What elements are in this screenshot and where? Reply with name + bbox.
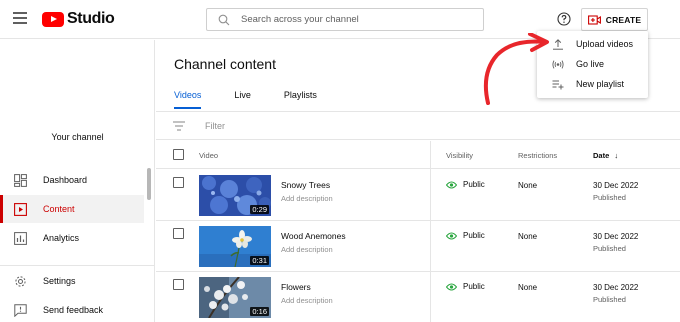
publish-status: Published — [593, 295, 626, 304]
sidebar-item-label: Settings — [43, 276, 76, 286]
search-bar[interactable] — [206, 8, 484, 31]
help-icon[interactable] — [557, 12, 571, 26]
create-button[interactable]: CREATE — [581, 8, 648, 31]
video-title[interactable]: Flowers — [281, 282, 311, 292]
video-description[interactable]: Add description — [281, 296, 333, 305]
video-thumbnail[interactable]: 0:16 — [199, 277, 271, 318]
column-header-visibility[interactable]: Visibility — [446, 151, 473, 160]
create-video-icon — [587, 14, 601, 25]
date-value: 30 Dec 2022 — [593, 181, 639, 190]
video-duration: 0:29 — [250, 205, 269, 214]
column-header-date[interactable]: Date ↓ — [593, 151, 618, 160]
video-title[interactable]: Wood Anemones — [281, 231, 346, 241]
page-title: Channel content — [174, 56, 276, 72]
youtube-play-icon — [42, 11, 64, 27]
row-checkbox[interactable] — [173, 228, 184, 239]
video-duration: 0:16 — [250, 307, 269, 316]
visibility-value: Public — [463, 180, 485, 189]
active-indicator — [0, 195, 3, 223]
row-checkbox[interactable] — [173, 177, 184, 188]
sidebar-item-label: Send feedback — [43, 305, 104, 315]
table-header: Video Visibility Restrictions Date ↓ — [156, 141, 680, 169]
table-row[interactable]: 0:29 Snowy Trees Add description Public … — [156, 170, 680, 221]
tab-videos[interactable]: Videos — [174, 90, 202, 109]
restrictions-value: None — [518, 232, 538, 241]
gear-icon — [15, 275, 26, 287]
logo-text: Studio — [67, 10, 115, 27]
date-value: 30 Dec 2022 — [593, 232, 639, 241]
filter-input[interactable]: Filter — [205, 121, 225, 131]
row-checkbox[interactable] — [173, 279, 184, 290]
column-header-restrictions[interactable]: Restrictions — [518, 151, 557, 160]
sidebar-item-dashboard[interactable]: Dashboard — [0, 166, 144, 194]
publish-status: Published — [593, 193, 626, 202]
date-value: 30 Dec 2022 — [593, 283, 639, 292]
visibility-cell[interactable]: Public — [446, 180, 485, 189]
table-row[interactable]: 0:31 Wood Anemones Add description Publi… — [156, 221, 680, 272]
eye-icon — [446, 181, 457, 188]
content-tabs: Videos Live Playlists — [174, 90, 350, 109]
sidebar-item-send-feedback[interactable]: Send feedback — [0, 296, 144, 322]
sidebar: Your channel Dashboard Content Analytics… — [0, 40, 155, 322]
sidebar-divider — [0, 265, 155, 266]
publish-status: Published — [593, 244, 626, 253]
visibility-cell[interactable]: Public — [446, 282, 485, 291]
search-icon — [218, 14, 230, 25]
tab-playlists[interactable]: Playlists — [284, 90, 317, 109]
sidebar-item-label: Content — [43, 204, 75, 214]
filter-bar[interactable]: Filter — [156, 112, 680, 140]
search-input[interactable] — [241, 14, 471, 25]
sort-down-arrow-icon: ↓ — [614, 151, 619, 160]
feedback-icon — [14, 303, 27, 317]
table-row[interactable]: 0:16 Flowers Add description Public None… — [156, 272, 680, 322]
hamburger-menu-icon[interactable] — [13, 12, 27, 24]
visibility-value: Public — [463, 282, 485, 291]
content-icon — [14, 202, 27, 216]
sidebar-item-analytics[interactable]: Analytics — [0, 224, 144, 252]
visibility-value: Public — [463, 231, 485, 240]
visibility-cell[interactable]: Public — [446, 231, 485, 240]
filter-icon[interactable] — [173, 121, 185, 131]
select-all-checkbox[interactable] — [173, 149, 184, 160]
annotation-arrow-icon — [483, 33, 549, 105]
create-label: CREATE — [605, 14, 642, 25]
menu-item-label: Upload videos — [576, 39, 634, 49]
video-thumbnail[interactable]: 0:29 — [199, 175, 271, 216]
sidebar-scrollbar[interactable] — [147, 168, 151, 200]
video-description[interactable]: Add description — [281, 194, 333, 203]
studio-logo[interactable]: Studio — [42, 10, 115, 27]
sidebar-item-label: Dashboard — [43, 175, 88, 185]
tab-live[interactable]: Live — [234, 90, 251, 109]
video-description[interactable]: Add description — [281, 245, 333, 254]
sidebar-item-settings[interactable]: Settings — [0, 267, 144, 295]
video-thumbnail[interactable]: 0:31 — [199, 226, 271, 267]
dashboard-icon — [14, 173, 27, 187]
sidebar-item-label: Analytics — [43, 233, 80, 243]
column-header-video: Video — [199, 151, 219, 160]
your-channel-label: Your channel — [51, 132, 104, 142]
sidebar-item-content[interactable]: Content — [0, 195, 144, 223]
date-header-label: Date — [593, 151, 610, 160]
restrictions-value: None — [518, 181, 538, 190]
eye-icon — [446, 283, 457, 290]
video-title[interactable]: Snowy Trees — [281, 180, 330, 190]
menu-item-label: New playlist — [576, 79, 625, 89]
restrictions-value: None — [518, 283, 538, 292]
menu-item-label: Go live — [576, 59, 605, 69]
analytics-icon — [14, 231, 27, 245]
eye-icon — [446, 232, 457, 239]
video-duration: 0:31 — [250, 256, 269, 265]
